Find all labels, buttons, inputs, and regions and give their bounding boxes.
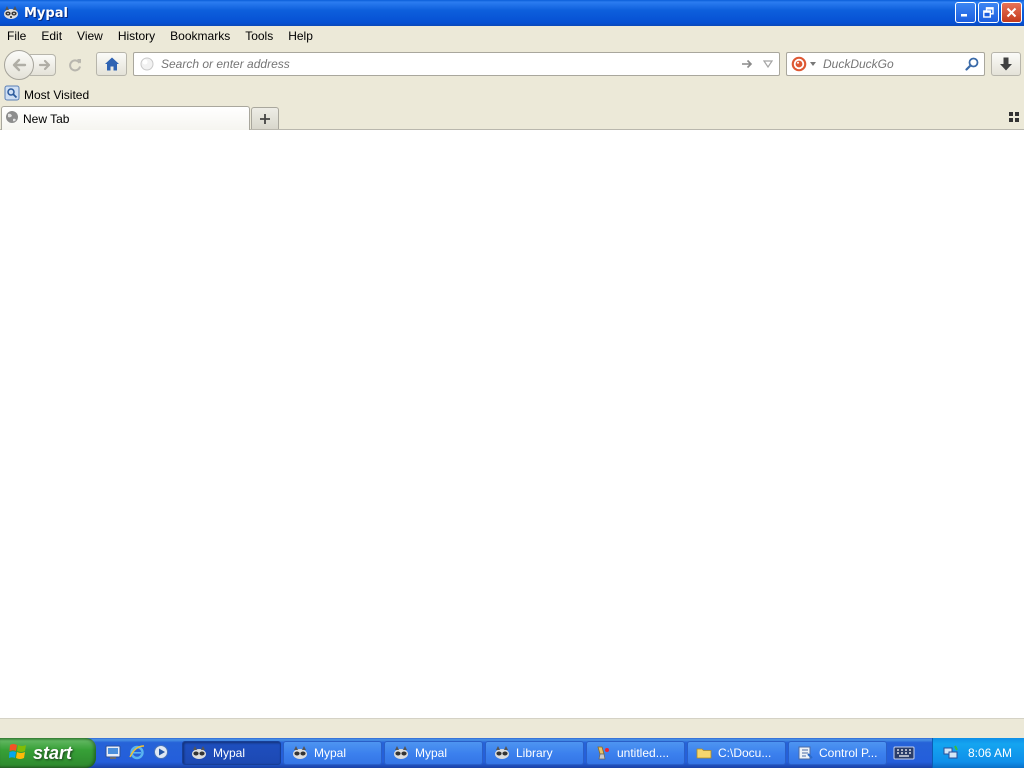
menu-edit[interactable]: Edit	[41, 29, 62, 43]
system-tray: 8:06 AM	[932, 738, 1024, 768]
folder-icon	[696, 745, 712, 761]
new-tab-button[interactable]	[251, 107, 279, 129]
network-icon[interactable]	[943, 744, 959, 763]
back-arrow-icon	[12, 58, 27, 72]
address-bar	[133, 52, 780, 76]
taskbar-item-paint[interactable]: untitled....	[586, 741, 685, 765]
raccoon-icon	[494, 745, 510, 761]
clock[interactable]: 8:06 AM	[968, 746, 1012, 760]
taskbar-item-explorer[interactable]: C:\Docu...	[687, 741, 786, 765]
forward-arrow-icon	[38, 59, 51, 71]
task-label: C:\Docu...	[718, 746, 772, 760]
task-label: Mypal	[314, 746, 347, 760]
menu-bar: File Edit View History Bookmarks Tools H…	[0, 26, 1024, 46]
tab-label: New Tab	[23, 111, 70, 126]
search-icon[interactable]	[965, 57, 979, 71]
restore-icon	[983, 7, 994, 18]
tab-new-tab[interactable]: New Tab	[1, 106, 250, 130]
bookmark-label: Most Visited	[24, 87, 90, 102]
chevron-down-icon	[810, 62, 816, 66]
history-dropdown-icon[interactable]	[761, 60, 775, 68]
site-identity-icon[interactable]	[139, 56, 155, 72]
keyboard-icon[interactable]	[893, 746, 915, 760]
quick-launch	[104, 743, 170, 761]
tab-groups-button[interactable]	[1008, 111, 1020, 123]
search-bar	[786, 52, 985, 76]
minimize-icon	[961, 14, 967, 17]
menu-file[interactable]: File	[7, 29, 26, 43]
minimize-button[interactable]	[955, 2, 976, 23]
task-label: Mypal	[213, 746, 246, 760]
task-label: Mypal	[415, 746, 448, 760]
windows-logo-icon	[8, 742, 28, 765]
start-label: start	[33, 742, 73, 763]
internet-explorer-icon[interactable]	[128, 743, 146, 761]
reload-icon	[69, 59, 81, 72]
go-arrow-icon[interactable]	[739, 57, 755, 71]
task-label: Library	[516, 746, 553, 760]
reload-button[interactable]	[62, 54, 88, 76]
navigation-toolbar	[0, 46, 1024, 82]
task-label: Control P...	[819, 746, 878, 760]
taskbar-item-mypal-1[interactable]: Mypal	[182, 741, 281, 765]
close-icon	[1006, 7, 1017, 18]
search-input[interactable]	[823, 57, 953, 71]
page-content[interactable]	[0, 130, 1024, 718]
paint-icon	[595, 745, 611, 761]
taskbar-item-mypal-2[interactable]: Mypal	[283, 741, 382, 765]
home-button[interactable]	[96, 52, 127, 76]
menu-history[interactable]: History	[118, 29, 155, 43]
taskbar-item-library[interactable]: Library	[485, 741, 584, 765]
smart-bookmark-icon	[4, 85, 20, 104]
raccoon-icon	[3, 5, 19, 21]
menu-view[interactable]: View	[77, 29, 103, 43]
back-button[interactable]	[4, 50, 34, 80]
download-arrow-icon	[1000, 57, 1012, 71]
grid-icon	[1009, 112, 1019, 122]
bookmarks-toolbar: Most Visited	[0, 84, 1024, 105]
raccoon-icon	[191, 745, 207, 761]
taskbar: start Mypal Mypal Mypal Library untitled…	[0, 738, 1024, 768]
media-player-icon[interactable]	[152, 743, 170, 761]
duckduckgo-icon	[791, 56, 807, 72]
address-input[interactable]	[161, 57, 739, 71]
window-controls	[955, 2, 1022, 23]
restore-button[interactable]	[978, 2, 999, 23]
close-button[interactable]	[1001, 2, 1022, 23]
menu-help[interactable]: Help	[288, 29, 313, 43]
plus-icon	[260, 113, 270, 124]
tab-strip: New Tab	[0, 105, 1024, 130]
taskbar-item-control-panel[interactable]: Control P...	[788, 741, 887, 765]
taskbar-item-mypal-3[interactable]: Mypal	[384, 741, 483, 765]
menu-tools[interactable]: Tools	[245, 29, 273, 43]
globe-icon	[5, 110, 19, 127]
raccoon-icon	[393, 745, 409, 761]
title-bar[interactable]: Mypal	[0, 0, 1024, 26]
task-label: untitled....	[617, 746, 670, 760]
search-engine-selector[interactable]	[791, 56, 817, 72]
show-desktop-icon[interactable]	[104, 743, 122, 761]
menu-bookmarks[interactable]: Bookmarks	[170, 29, 230, 43]
status-bar	[0, 718, 1024, 738]
downloads-button[interactable]	[991, 52, 1021, 76]
control-panel-icon	[797, 745, 813, 761]
window-title: Mypal	[24, 5, 68, 21]
back-forward-group	[4, 50, 56, 80]
bookmark-most-visited[interactable]: Most Visited	[4, 85, 89, 104]
raccoon-icon	[292, 745, 308, 761]
start-button[interactable]: start	[0, 738, 96, 768]
home-icon	[104, 57, 119, 71]
